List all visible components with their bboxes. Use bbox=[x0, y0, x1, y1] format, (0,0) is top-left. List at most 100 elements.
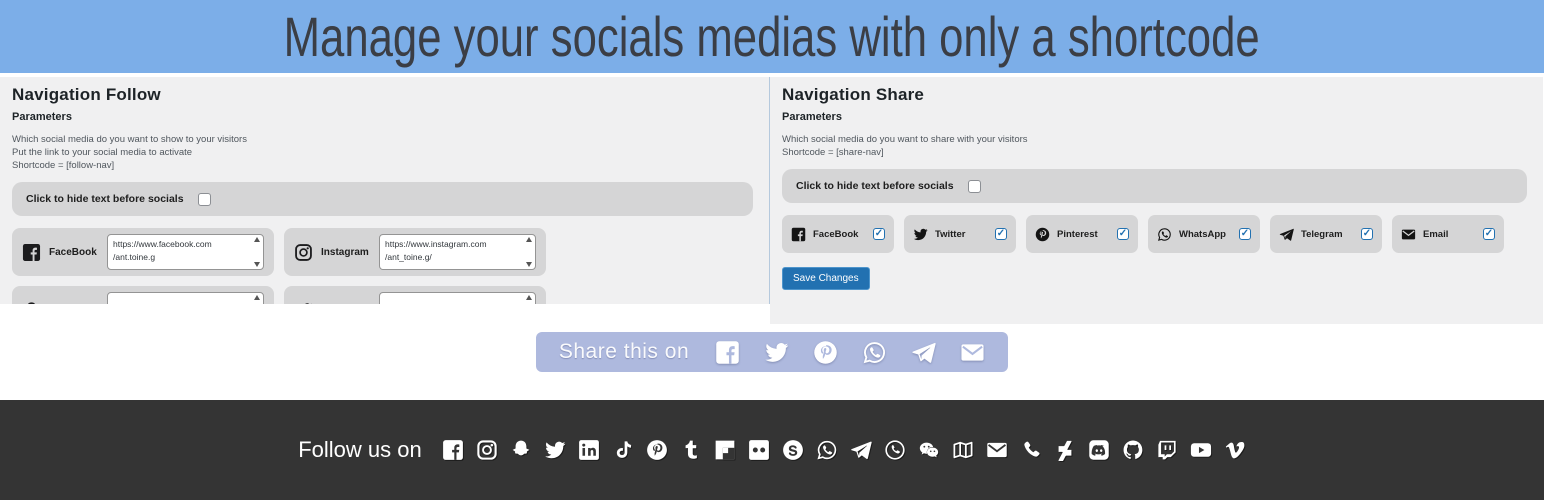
telegram-icon[interactable] bbox=[850, 439, 872, 461]
facebook-share-checkbox[interactable] bbox=[873, 228, 885, 240]
card-label: Email bbox=[1423, 229, 1476, 240]
flickr-icon[interactable] bbox=[748, 439, 770, 461]
facebook-follow-card: FaceBook https://www.facebook.com /ant.t… bbox=[12, 228, 274, 276]
instagram-follow-card: Instagram https://www.instagram.com /ant… bbox=[284, 228, 546, 276]
follow-desc-line-2: Put the link to your social media to act… bbox=[12, 146, 753, 159]
share-hide-text-checkbox[interactable] bbox=[968, 180, 981, 193]
card-label: Telegram bbox=[1301, 229, 1354, 240]
github-icon[interactable] bbox=[1122, 439, 1144, 461]
card-label: Pinterest bbox=[1057, 229, 1110, 240]
twitter-url-input[interactable] bbox=[380, 293, 535, 304]
telegram-icon[interactable] bbox=[911, 340, 936, 365]
whatsapp-share-checkbox[interactable] bbox=[1239, 228, 1251, 240]
navigation-share-panel: Navigation Share Parameters Which social… bbox=[770, 77, 1543, 324]
whatsapp-share-card: WhatsApp bbox=[1148, 215, 1260, 253]
twitter-follow-card: Twitter bbox=[284, 286, 546, 304]
viber-icon[interactable] bbox=[884, 439, 906, 461]
card-label: FaceBook bbox=[49, 247, 99, 258]
share-bar-preview: Share this on bbox=[536, 332, 1008, 372]
pinterest-share-card: Pinterest bbox=[1026, 215, 1138, 253]
snapchat-icon[interactable] bbox=[510, 439, 532, 461]
twitter-icon bbox=[294, 301, 313, 305]
card-label: WhatsApp bbox=[1179, 229, 1232, 240]
follow-panel-description: Which social media do you want to show t… bbox=[12, 133, 753, 172]
share-hide-text-label: Click to hide text before socials bbox=[796, 180, 954, 192]
scroll-up-icon[interactable] bbox=[254, 237, 260, 242]
discord-icon[interactable] bbox=[1088, 439, 1110, 461]
share-bar-label: Share this on bbox=[559, 340, 689, 364]
flipboard-icon[interactable] bbox=[714, 439, 736, 461]
textarea-scrollbar[interactable] bbox=[252, 237, 261, 267]
twitter-icon[interactable] bbox=[764, 340, 789, 365]
twitter-share-card: Twitter bbox=[904, 215, 1016, 253]
follow-panel-title: Navigation Follow bbox=[12, 85, 753, 105]
whatsapp-icon bbox=[1157, 227, 1172, 242]
telegram-share-checkbox[interactable] bbox=[1361, 228, 1373, 240]
vimeo-icon[interactable] bbox=[1224, 439, 1246, 461]
pinterest-share-checkbox[interactable] bbox=[1117, 228, 1129, 240]
instagram-icon[interactable] bbox=[476, 439, 498, 461]
snapchat-icon bbox=[22, 301, 41, 305]
twitch-icon[interactable] bbox=[1156, 439, 1178, 461]
email-share-checkbox[interactable] bbox=[1483, 228, 1495, 240]
url-field-wrapper: https://www.instagram.com /ant_toine.g/ bbox=[379, 234, 536, 270]
facebook-icon[interactable] bbox=[715, 340, 740, 365]
twitter-icon[interactable] bbox=[544, 439, 566, 461]
phone-icon[interactable] bbox=[1020, 439, 1042, 461]
youtube-icon[interactable] bbox=[1190, 439, 1212, 461]
follow-hide-text-label: Click to hide text before socials bbox=[26, 193, 184, 205]
snapchat-url-input[interactable] bbox=[108, 293, 263, 304]
save-changes-button[interactable]: Save Changes bbox=[782, 267, 870, 290]
scroll-up-icon[interactable] bbox=[526, 237, 532, 242]
share-desc-line-1: Which social media do you want to share … bbox=[782, 133, 1527, 146]
share-panel-subtitle: Parameters bbox=[782, 111, 1527, 123]
facebook-share-card: FaceBook bbox=[782, 215, 894, 253]
follow-hide-text-checkbox[interactable] bbox=[198, 193, 211, 206]
facebook-icon[interactable] bbox=[442, 439, 464, 461]
facebook-url-input[interactable]: https://www.facebook.com /ant.toine.g bbox=[108, 235, 263, 269]
scroll-up-icon[interactable] bbox=[526, 295, 532, 300]
tiktok-icon[interactable] bbox=[612, 439, 634, 461]
banner-header: Manage your socials medias with only a s… bbox=[0, 0, 1544, 73]
pinterest-icon[interactable] bbox=[646, 439, 668, 461]
deviantart-icon[interactable] bbox=[1054, 439, 1076, 461]
card-label: Twitter bbox=[935, 229, 988, 240]
textarea-scrollbar[interactable] bbox=[524, 295, 533, 304]
skype-icon[interactable] bbox=[782, 439, 804, 461]
wechat-icon[interactable] bbox=[918, 439, 940, 461]
facebook-icon bbox=[22, 243, 41, 262]
follow-cards-row-2: SnapChat Twitter bbox=[12, 286, 753, 304]
card-label: FaceBook bbox=[813, 229, 866, 240]
textarea-scrollbar[interactable] bbox=[524, 237, 533, 267]
share-hide-text-bar: Click to hide text before socials bbox=[782, 169, 1527, 203]
scroll-up-icon[interactable] bbox=[254, 295, 260, 300]
follow-panel-subtitle: Parameters bbox=[12, 111, 753, 123]
linkedin-icon[interactable] bbox=[578, 439, 600, 461]
telegram-icon bbox=[1279, 227, 1294, 242]
follow-bar-label: Follow us on bbox=[298, 437, 422, 463]
whatsapp-icon[interactable] bbox=[862, 340, 887, 365]
scroll-down-icon[interactable] bbox=[526, 262, 532, 267]
twitter-icon bbox=[913, 227, 928, 242]
pinterest-icon bbox=[1035, 227, 1050, 242]
textarea-scrollbar[interactable] bbox=[252, 295, 261, 304]
follow-hide-text-bar: Click to hide text before socials bbox=[12, 182, 753, 216]
map-icon[interactable] bbox=[952, 439, 974, 461]
twitter-share-checkbox[interactable] bbox=[995, 228, 1007, 240]
pinterest-icon[interactable] bbox=[813, 340, 838, 365]
share-panel-title: Navigation Share bbox=[782, 85, 1527, 105]
email-icon bbox=[1401, 227, 1416, 242]
card-label: Instagram bbox=[321, 247, 371, 258]
email-share-card: Email bbox=[1392, 215, 1504, 253]
url-field-wrapper bbox=[107, 292, 264, 304]
tumblr-icon[interactable] bbox=[680, 439, 702, 461]
email-icon[interactable] bbox=[960, 340, 985, 365]
scroll-down-icon[interactable] bbox=[254, 262, 260, 267]
instagram-url-input[interactable]: https://www.instagram.com /ant_toine.g/ bbox=[380, 235, 535, 269]
whatsapp-icon[interactable] bbox=[816, 439, 838, 461]
instagram-icon bbox=[294, 243, 313, 262]
share-desc-line-2: Shortcode = [share-nav] bbox=[782, 146, 1527, 159]
email-icon[interactable] bbox=[986, 439, 1008, 461]
telegram-share-card: Telegram bbox=[1270, 215, 1382, 253]
follow-desc-line-1: Which social media do you want to show t… bbox=[12, 133, 753, 146]
